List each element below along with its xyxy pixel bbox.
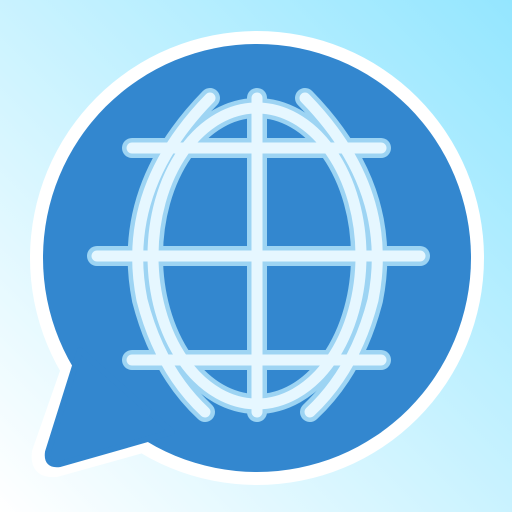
- translate-chat-icon: [0, 0, 512, 512]
- globe-icon: [91, 92, 426, 418]
- app-icon: [0, 0, 512, 512]
